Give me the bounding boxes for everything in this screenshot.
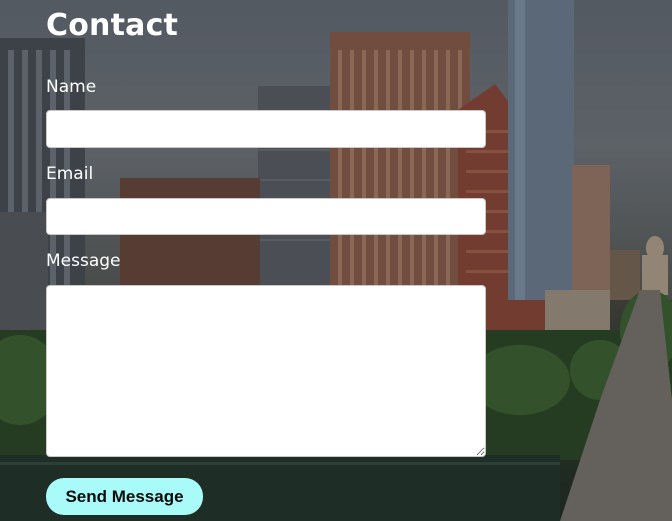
- message-label: Message: [46, 251, 121, 271]
- name-label: Name: [46, 77, 97, 97]
- name-input[interactable]: [46, 110, 486, 148]
- send-message-button[interactable]: Send Message: [46, 478, 203, 515]
- page-title: Contact: [46, 8, 179, 43]
- message-textarea[interactable]: [46, 285, 486, 457]
- email-input[interactable]: [46, 198, 486, 235]
- email-label: Email: [46, 164, 94, 184]
